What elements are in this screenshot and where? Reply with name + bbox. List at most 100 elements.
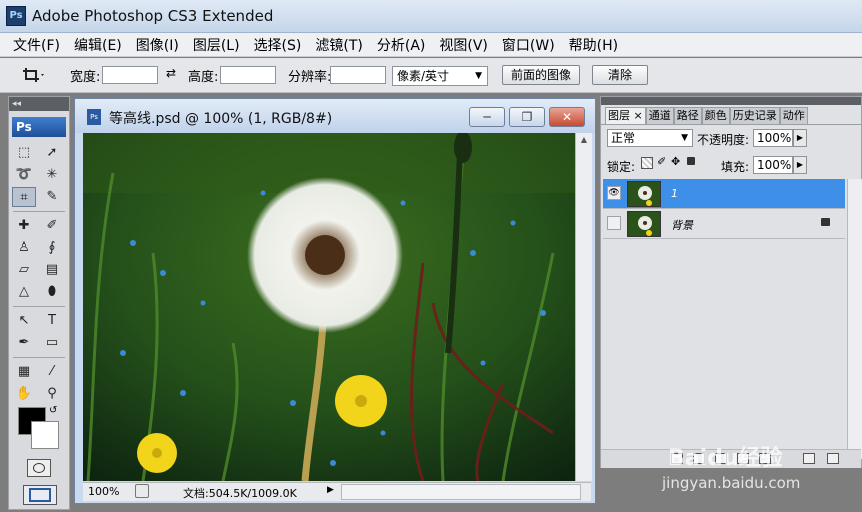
photoshop-logo[interactable]: Ps	[12, 117, 66, 137]
tab-paths[interactable]: 路径	[673, 107, 702, 125]
layer-name[interactable]: 背景	[671, 217, 693, 233]
shape-tool-icon[interactable]: ▭	[40, 333, 64, 353]
tab-history[interactable]: 历史记录	[729, 107, 780, 125]
image-canvas[interactable]	[83, 133, 575, 481]
menu-edit[interactable]: 编辑(E)	[67, 35, 129, 55]
opacity-arrow-icon[interactable]: ▶	[793, 129, 807, 147]
tab-close-icon[interactable]: ×	[634, 109, 643, 122]
vertical-scrollbar[interactable]: ▲	[575, 133, 592, 481]
play-arrow-icon[interactable]: ▶	[327, 485, 334, 495]
menu-file[interactable]: 文件(F)	[6, 35, 67, 55]
tab-layers[interactable]: 图层 ×	[605, 107, 646, 125]
tab-color[interactable]: 颜色	[701, 107, 730, 125]
notes-tool-icon[interactable]: ▦	[12, 362, 36, 382]
eye-icon[interactable]: 👁	[607, 186, 621, 200]
menu-window[interactable]: 窗口(W)	[495, 35, 562, 55]
clear-button[interactable]: 清除	[592, 65, 648, 85]
menu-view[interactable]: 视图(V)	[432, 35, 495, 55]
width-label: 宽度:	[70, 70, 101, 85]
screen-mode-button[interactable]	[23, 485, 57, 505]
layer-thumbnail	[627, 181, 661, 207]
blend-mode-select[interactable]: 正常 ▼	[607, 129, 693, 147]
magic-wand-tool-icon[interactable]: ✳	[40, 165, 64, 185]
zoom-tool-icon[interactable]: ⚲	[40, 384, 64, 404]
height-field[interactable]	[220, 66, 276, 84]
layer-row-1[interactable]: 👁 1	[603, 179, 845, 209]
document-titlebar[interactable]: Ps 等高线.psd @ 100% (1, RGB/8#) ─ ❐ ✕	[75, 99, 595, 133]
move-tool-icon[interactable]: ➚	[40, 143, 64, 163]
zoom-level[interactable]: 100%	[88, 485, 119, 498]
tab-channels[interactable]: 通道	[645, 107, 674, 125]
eyedropper-tool-icon[interactable]: ⁄	[40, 362, 64, 382]
lasso-tool-icon[interactable]: ➰	[12, 165, 36, 185]
trash-icon[interactable]	[827, 453, 839, 464]
menu-help[interactable]: 帮助(H)	[562, 35, 625, 55]
options-bar: 宽度: ⇄ 高度: 分辨率: 像素/英寸 ▼ 前面的图像 清除	[0, 58, 862, 93]
gradient-tool-icon[interactable]: ▤	[40, 260, 64, 280]
width-field[interactable]	[102, 66, 158, 84]
tabs-divider	[601, 124, 861, 125]
crop-tool-preset-icon[interactable]	[22, 66, 44, 84]
lock-position-icon[interactable]: ✥	[671, 155, 680, 168]
type-tool-icon[interactable]: T	[40, 311, 64, 331]
minimize-button[interactable]: ─	[469, 107, 505, 127]
document-status-bar: 100% 文档:504.5K/1009.0K ▶	[83, 482, 591, 501]
history-brush-tool-icon[interactable]: ∮	[40, 238, 64, 258]
dodge-tool-icon[interactable]: ⬮	[40, 282, 64, 302]
layer-name[interactable]: 1	[671, 187, 678, 200]
resolution-unit-select[interactable]: 像素/英寸 ▼	[392, 66, 488, 86]
menu-select[interactable]: 选择(S)	[247, 35, 309, 55]
lock-transparent-icon[interactable]	[641, 157, 653, 169]
menu-filter[interactable]: 滤镜(T)	[308, 35, 369, 55]
pen-tool-icon[interactable]: ✒	[12, 333, 36, 353]
menu-image[interactable]: 图像(I)	[129, 35, 186, 55]
resolution-label: 分辨率:	[288, 70, 332, 85]
height-label: 高度:	[188, 70, 219, 85]
blend-mode-value: 正常	[611, 131, 636, 145]
close-button[interactable]: ✕	[549, 107, 585, 127]
resolution-field[interactable]	[330, 66, 386, 84]
fill-arrow-icon[interactable]: ▶	[793, 156, 807, 174]
menu-analysis[interactable]: 分析(A)	[370, 35, 433, 55]
lock-all-icon[interactable]	[687, 157, 695, 165]
slice-tool-icon[interactable]: ✎	[40, 187, 64, 207]
quick-mask-button[interactable]	[27, 459, 51, 477]
marquee-tool-icon[interactable]: ⬚	[12, 143, 36, 163]
watermark-url: jingyan.baidu.com	[662, 474, 801, 492]
scroll-up-icon[interactable]: ▲	[576, 135, 592, 144]
background-color-swatch[interactable]	[31, 421, 59, 449]
document-window: Ps 等高线.psd @ 100% (1, RGB/8#) ─ ❐ ✕ ▲ 10…	[74, 98, 596, 504]
tools-panel: ◂◂ Ps ⬚ ➚ ➰ ✳ ⌗ ✎ ✚ ✐ ♙ ∮ ▱ ▤ △ ⬮ ↖ T ✒ …	[8, 96, 70, 510]
swap-colors-icon[interactable]: ↺	[49, 405, 57, 416]
menu-layer[interactable]: 图层(L)	[186, 35, 247, 55]
layer-row-background[interactable]: 背景	[603, 209, 845, 239]
clone-stamp-tool-icon[interactable]: ♙	[12, 238, 36, 258]
new-layer-icon[interactable]	[803, 453, 815, 464]
tool-separator	[13, 211, 65, 212]
blur-tool-icon[interactable]: △	[12, 282, 36, 302]
document-title: 等高线.psd @ 100% (1, RGB/8#)	[109, 111, 333, 127]
app-title: Adobe Photoshop CS3 Extended	[32, 7, 274, 25]
chevron-down-icon: ▼	[475, 71, 482, 81]
opacity-field[interactable]: 100%	[753, 129, 793, 147]
crop-tool-icon[interactable]: ⌗	[12, 187, 36, 207]
tool-separator	[13, 306, 65, 307]
tools-collapse-button[interactable]: ◂◂	[9, 97, 69, 111]
eraser-tool-icon[interactable]: ▱	[12, 260, 36, 280]
tab-actions[interactable]: 动作	[779, 107, 808, 125]
status-menu-icon[interactable]	[135, 484, 149, 498]
lock-paint-icon[interactable]: ✐	[657, 155, 666, 168]
path-selection-tool-icon[interactable]: ↖	[12, 311, 36, 331]
swap-icon[interactable]: ⇄	[166, 66, 176, 80]
visibility-toggle[interactable]	[607, 216, 621, 230]
front-image-button[interactable]: 前面的图像	[502, 65, 580, 85]
layers-scrollbar[interactable]	[847, 179, 862, 459]
healing-brush-tool-icon[interactable]: ✚	[12, 216, 36, 236]
circle-icon	[33, 463, 45, 473]
fill-field[interactable]: 100%	[753, 156, 793, 174]
lock-icon	[821, 218, 830, 226]
hand-tool-icon[interactable]: ✋	[12, 384, 36, 404]
brush-tool-icon[interactable]: ✐	[40, 216, 64, 236]
restore-button[interactable]: ❐	[509, 107, 545, 127]
horizontal-scrollbar[interactable]	[341, 484, 581, 500]
